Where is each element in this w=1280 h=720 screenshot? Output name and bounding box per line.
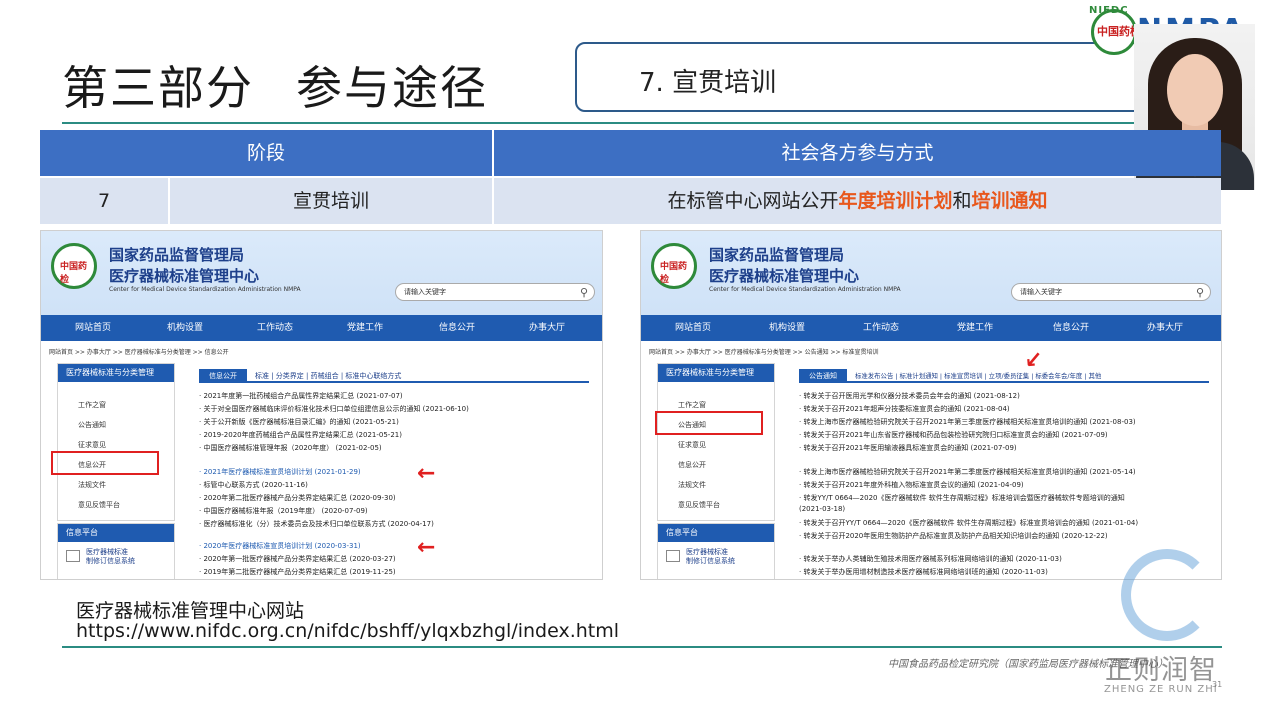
watermark-logo [1115,545,1225,645]
list-item[interactable]: · 2020年第一批医疗器械产品分类界定结果汇总 (2020-03-27) [199,554,396,564]
list-item[interactable]: · 转发关于召开医用光学和仪器分技术委员会年会的通知 (2021-08-12) [799,391,1020,401]
nav-item[interactable]: 党建工作 [957,315,993,341]
list-item[interactable]: · 转发关于召开2021年度外科植入物标准宣贯会议的通知 (2021-04-09… [799,480,1024,490]
site-nav: 网站首页 机构设置 工作动态 党建工作 信息公开 办事大厅 [641,315,1221,341]
watermark-text: 正则润智 [1105,655,1217,686]
side-item[interactable]: 征求意见 [678,440,706,450]
header-method: 社会各方参与方式 [781,142,934,164]
list-item[interactable]: · 转发关于举办医用增材制造技术医疗器械标准网络培训班的通知 (2020-11-… [799,567,1048,577]
list-item[interactable]: · 2020年第二批医疗器械产品分类界定结果汇总 (2020-09-30) [199,493,396,503]
nav-item[interactable]: 网站首页 [75,315,111,341]
list-item[interactable]: · 2019年第二批医疗器械产品分类界定结果汇总 (2019-11-25) [199,567,396,577]
tab-active[interactable]: 信息公开 [199,369,247,383]
side-item[interactable]: 意见反馈平台 [78,500,120,510]
list-item[interactable]: · 转发关于召开YY/T 0664—2020《医疗器械软件 软件生存周期过程》标… [799,518,1138,528]
list-item[interactable]: · 2019-2020年度药械组合产品属性界定结果汇总 (2021-05-21) [199,430,402,440]
nav-item[interactable]: 信息公开 [1053,315,1089,341]
search-icon: ⚲ [579,286,588,299]
highlight-box [51,451,159,475]
list-item[interactable]: · 关于公开新版《医疗器械标准目录汇编》的通知 (2021-05-21) [199,417,399,427]
list-item[interactable]: · 医疗器械标准化（分）技术委员会及技术归口单位联系方式 (2020-04-17… [199,519,434,529]
highlight-box [655,411,763,435]
nav-item[interactable]: 党建工作 [347,315,383,341]
nav-item[interactable]: 工作动态 [863,315,899,341]
site-nav: 网站首页 机构设置 工作动态 党建工作 信息公开 办事大厅 [41,315,602,341]
list-item[interactable]: · 转发上海市医疗器械检验研究院关于召开2021年第二季度医疗器械相关标准宣贯培… [799,467,1136,477]
website-screenshot-notices: 中国药检 国家药品监督管理局 医疗器械标准管理中心 Center for Med… [640,230,1222,580]
list-item[interactable]: · 转发关于召开2021年医用输液器具标准宣贯会的通知 (2021-07-09) [799,443,1017,453]
side-menu: 医疗器械标准与分类管理 工作之窗 公告通知 征求意见 信息公开 法规文件 意见反… [657,363,775,521]
breadcrumb: 网站首页 >> 办事大厅 >> 医疗器械标准与分类管理 >> 公告通知 >> 标… [649,349,879,356]
nav-item[interactable]: 网站首页 [675,315,711,341]
caption-url[interactable]: https://www.nifdc.org.cn/nifdc/bshff/ylq… [76,620,619,642]
section-title: 第三部分 参与途径 [62,61,488,115]
watermark-subtext: ZHENG ZE RUN ZHI [1104,684,1218,695]
list-item[interactable]: · 中国医疗器械标准管理年报（2020年度） (2021-02-05) [199,443,382,453]
nav-item[interactable]: 机构设置 [769,315,805,341]
breadcrumb: 网站首页 >> 办事大厅 >> 医疗器械标准与分类管理 >> 信息公开 [49,349,229,356]
tab-active[interactable]: 公告通知 [799,369,847,383]
side-item[interactable]: 工作之窗 [678,400,706,410]
side-item[interactable]: 法规文件 [678,480,706,490]
content-tabs: 公告通知 标准发布公告 | 标准计划通知 | 标准宣贯培训 | 立项/委员征集 … [799,369,1209,383]
list-item[interactable]: · 转发关于召开2021年山东省医疗器械和药品包装检验研究院归口标准宣贯会的通知… [799,430,1108,440]
nav-item[interactable]: 机构设置 [167,315,203,341]
arrow-icon: ← [417,461,436,486]
row-number: 7 [97,190,111,212]
info-platform: 信息平台 医疗器械标准 制修订信息系统 [657,523,775,579]
content-tabs: 信息公开 标准 | 分类界定 | 药械组合 | 标准中心联络方式 [199,369,589,383]
list-item[interactable]: · 2021年度第一批药械组合产品属性界定结果汇总 (2021-07-07) [199,391,403,401]
table-row: 7 宣贯培训 在标管中心网站公开年度培训计划和培训通知 [40,178,1221,224]
search-input[interactable]: 请输入关键字 ⚲ [1011,283,1211,301]
side-item[interactable]: 意见反馈平台 [678,500,720,510]
nav-item[interactable]: 信息公开 [439,315,475,341]
top-divider [62,122,1222,124]
side-item[interactable]: 征求意见 [78,440,106,450]
side-item[interactable]: 公告通知 [78,420,106,430]
row-method: 在标管中心网站公开年度培训计划和培训通知 [667,190,1048,212]
website-screenshot-info-disclosure: 中国药检 国家药品监督管理局 医疗器械标准管理中心 Center for Med… [40,230,603,580]
side-item[interactable]: 信息公开 [678,460,706,470]
list-item[interactable]: · 标管中心联系方式 (2020-11-16) [199,480,308,490]
list-item-highlight[interactable]: · 2020年医疗器械标准宣贯培训计划 (2020-03-31) [199,541,361,551]
side-item[interactable]: 法规文件 [78,480,106,490]
search-input[interactable]: 请输入关键字 ⚲ [395,283,595,301]
row-stage: 宣贯培训 [292,190,369,212]
caption-site-name: 医疗器械标准管理中心网站 [76,600,305,622]
list-item[interactable]: · 中国医疗器械标准年报（2019年度） (2020-07-09) [199,506,368,516]
list-item[interactable]: · 转发关于举办人类辅助生殖技术用医疗器械系列标准网络培训的通知 (2020-1… [799,554,1062,564]
site-logo: 中国药检 [51,243,97,289]
list-item[interactable]: · 转发上海市医疗器械检验研究院关于召开2021年第三季度医疗器械相关标准宣贯培… [799,417,1136,427]
list-item[interactable]: · 转发关于召开2021年超声分技委标准宣贯会的通知 (2021-08-04) [799,404,1010,414]
nav-item[interactable]: 办事大厅 [529,315,565,341]
info-platform: 信息平台 医疗器械标准 制修订信息系统 [57,523,175,579]
list-item-highlight[interactable]: · 2021年医疗器械标准宣贯培训计划 (2021-01-29) [199,467,361,477]
bottom-divider [62,646,1222,648]
list-item[interactable]: · 转发YY/T 0664—2020《医疗器械软件 软件生存周期过程》标准培训会… [799,493,1125,503]
system-icon [666,550,680,562]
list-item[interactable]: · 转发关于召开2020年医用生物防护产品标准宣贯及防护产品相关知识培训会的通知… [799,531,1108,541]
nav-item[interactable]: 工作动态 [257,315,293,341]
table-header-row: 阶段 社会各方参与方式 [40,130,1221,176]
arrow-icon: ← [417,535,436,560]
side-item[interactable]: 工作之窗 [78,400,106,410]
system-icon [66,550,80,562]
search-icon: ⚲ [1195,286,1204,299]
nav-item[interactable]: 办事大厅 [1147,315,1183,341]
list-item[interactable]: (2021-03-18) [799,505,845,513]
subtitle: 7. 宣贯培训 [639,68,777,98]
site-logo: 中国药检 [651,243,697,289]
header-stage: 阶段 [246,142,285,164]
list-item[interactable]: · 关于对全国医疗器械临床评价标准化技术归口单位组建信息公示的通知 (2021-… [199,404,469,414]
side-menu: 医疗器械标准与分类管理 工作之窗 公告通知 征求意见 信息公开 法规文件 意见反… [57,363,175,521]
